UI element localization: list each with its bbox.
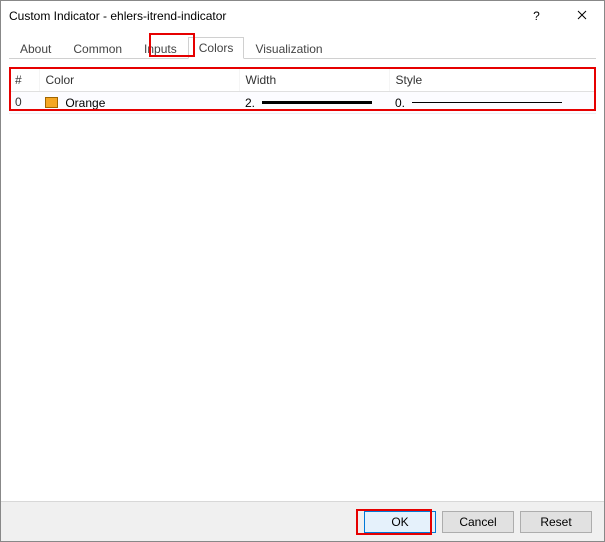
table-row[interactable]: 0 Orange 2. 0. bbox=[9, 92, 596, 114]
ok-button[interactable]: OK bbox=[364, 511, 436, 533]
colors-table: # Color Width Style 0 Orange 2. bbox=[9, 69, 596, 114]
cell-color[interactable]: Orange bbox=[39, 92, 239, 114]
help-icon: ? bbox=[533, 9, 540, 23]
tab-visualization[interactable]: Visualization bbox=[244, 38, 333, 59]
table-header-row: # Color Width Style bbox=[9, 69, 596, 92]
style-preview-icon bbox=[412, 102, 562, 103]
cell-style[interactable]: 0. bbox=[389, 92, 596, 114]
col-width[interactable]: Width bbox=[239, 69, 389, 92]
tabstrip: About Common Inputs Colors Visualization bbox=[9, 35, 596, 59]
reset-button[interactable]: Reset bbox=[520, 511, 592, 533]
cancel-button[interactable]: Cancel bbox=[442, 511, 514, 533]
tab-colors[interactable]: Colors bbox=[188, 37, 245, 59]
button-bar: OK Cancel Reset bbox=[1, 501, 604, 541]
close-icon bbox=[577, 9, 587, 23]
col-style[interactable]: Style bbox=[389, 69, 596, 92]
close-button[interactable] bbox=[559, 1, 604, 31]
help-button[interactable]: ? bbox=[514, 1, 559, 31]
width-preview-icon bbox=[262, 101, 372, 104]
color-name-label: Orange bbox=[65, 96, 105, 110]
window-title: Custom Indicator - ehlers-itrend-indicat… bbox=[9, 9, 514, 23]
style-value-label: 0. bbox=[395, 96, 405, 110]
cell-width[interactable]: 2. bbox=[239, 92, 389, 114]
tab-about[interactable]: About bbox=[9, 38, 62, 59]
dialog-window: Custom Indicator - ehlers-itrend-indicat… bbox=[0, 0, 605, 542]
width-value-label: 2. bbox=[245, 96, 255, 110]
tab-inputs[interactable]: Inputs bbox=[133, 38, 188, 59]
cell-index: 0 bbox=[9, 92, 39, 114]
col-color[interactable]: Color bbox=[39, 69, 239, 92]
col-index[interactable]: # bbox=[9, 69, 39, 92]
tab-common[interactable]: Common bbox=[62, 38, 133, 59]
color-swatch-icon bbox=[45, 97, 58, 108]
tab-content: # Color Width Style 0 Orange 2. bbox=[9, 59, 596, 501]
titlebar: Custom Indicator - ehlers-itrend-indicat… bbox=[1, 1, 604, 31]
